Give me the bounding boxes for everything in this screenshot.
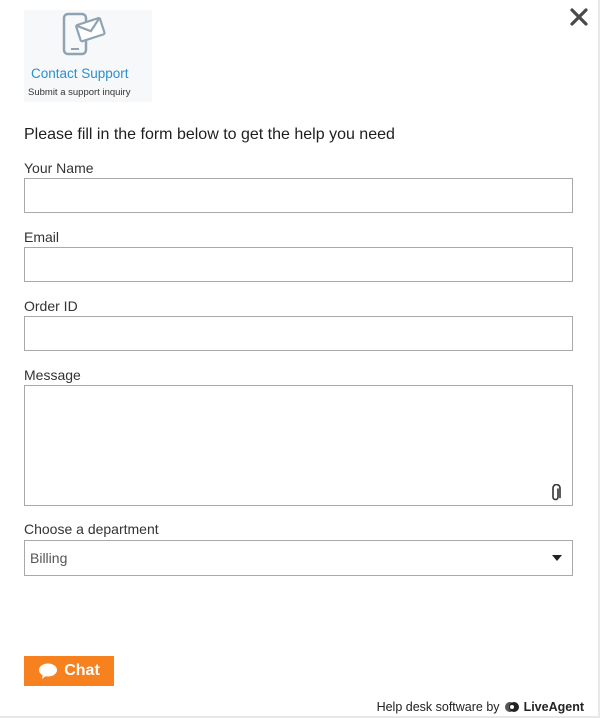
department-selected-value: Billing: [30, 550, 68, 566]
footer-credit: Help desk software by LiveAgent: [377, 700, 584, 714]
footer-brand[interactable]: LiveAgent: [524, 700, 584, 714]
paperclip-icon[interactable]: [550, 484, 562, 502]
brand-subtitle: Submit a support inquiry: [28, 87, 131, 98]
message-field[interactable]: [24, 385, 573, 506]
close-icon: [570, 8, 588, 26]
chat-button[interactable]: Chat: [24, 656, 114, 686]
close-button[interactable]: [566, 4, 592, 30]
email-field[interactable]: [24, 247, 573, 282]
department-label: Choose a department: [24, 521, 159, 537]
contact-support-logo: Contact Support Submit a support inquiry: [24, 10, 152, 102]
liveagent-logo-icon: [504, 702, 519, 712]
email-label: Email: [24, 229, 60, 245]
message-label: Message: [24, 367, 81, 383]
form-intro: Please fill in the form below to get the…: [24, 126, 395, 143]
order-id-label: Order ID: [24, 298, 78, 314]
brand-title: Contact Support: [31, 66, 129, 81]
name-label: Your Name: [24, 160, 94, 176]
department-select[interactable]: Billing: [24, 540, 573, 576]
speech-bubble-icon: [39, 663, 58, 679]
footer-text: Help desk software by: [376, 700, 500, 714]
name-field[interactable]: [24, 178, 573, 213]
chat-label: Chat: [64, 662, 100, 679]
chevron-down-icon: [552, 555, 562, 561]
widget-frame: Contact Support Submit a support inquiry…: [0, 0, 600, 718]
phone-envelope-icon: [62, 12, 106, 56]
order-id-field[interactable]: [24, 316, 573, 351]
